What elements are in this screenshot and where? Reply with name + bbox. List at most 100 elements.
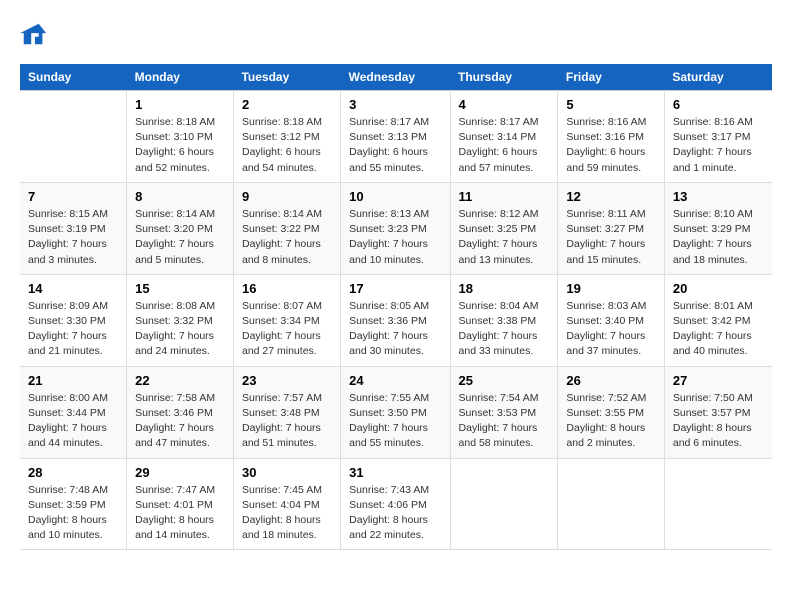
week-row-2: 7Sunrise: 8:15 AMSunset: 3:19 PMDaylight… — [20, 182, 772, 274]
day-info: Sunrise: 7:57 AM — [242, 391, 332, 406]
day-info: Daylight: 6 hours — [459, 145, 550, 160]
day-number: 18 — [459, 281, 550, 296]
calendar-table: SundayMondayTuesdayWednesdayThursdayFrid… — [20, 64, 772, 550]
day-info: Sunrise: 8:03 AM — [566, 299, 655, 314]
col-header-tuesday: Tuesday — [233, 64, 340, 91]
col-header-saturday: Saturday — [664, 64, 772, 91]
day-number: 31 — [349, 465, 441, 480]
day-info: Sunrise: 8:17 AM — [349, 115, 441, 130]
week-row-1: 1Sunrise: 8:18 AMSunset: 3:10 PMDaylight… — [20, 91, 772, 183]
calendar-cell — [664, 458, 772, 550]
day-number: 20 — [673, 281, 764, 296]
day-number: 12 — [566, 189, 655, 204]
day-number: 7 — [28, 189, 118, 204]
day-info: Sunset: 3:12 PM — [242, 130, 332, 145]
day-info: Daylight: 7 hours — [135, 237, 225, 252]
calendar-cell: 10Sunrise: 8:13 AMSunset: 3:23 PMDayligh… — [341, 182, 450, 274]
calendar-cell: 6Sunrise: 8:16 AMSunset: 3:17 PMDaylight… — [664, 91, 772, 183]
day-number: 23 — [242, 373, 332, 388]
logo — [20, 20, 52, 48]
day-info: Sunrise: 8:13 AM — [349, 207, 441, 222]
day-info: Sunset: 4:01 PM — [135, 498, 225, 513]
calendar-cell: 1Sunrise: 8:18 AMSunset: 3:10 PMDaylight… — [127, 91, 234, 183]
day-number: 28 — [28, 465, 118, 480]
day-number: 24 — [349, 373, 441, 388]
day-info: Sunset: 3:50 PM — [349, 406, 441, 421]
day-info: Daylight: 7 hours — [242, 329, 332, 344]
day-info: Sunset: 3:16 PM — [566, 130, 655, 145]
day-info: and 44 minutes. — [28, 436, 118, 451]
day-info: and 10 minutes. — [28, 528, 118, 543]
day-info: Daylight: 8 hours — [28, 513, 118, 528]
day-number: 25 — [459, 373, 550, 388]
day-info: and 22 minutes. — [349, 528, 441, 543]
calendar-cell: 19Sunrise: 8:03 AMSunset: 3:40 PMDayligh… — [558, 274, 664, 366]
day-info: Sunset: 3:44 PM — [28, 406, 118, 421]
day-info: and 30 minutes. — [349, 344, 441, 359]
calendar-cell: 18Sunrise: 8:04 AMSunset: 3:38 PMDayligh… — [450, 274, 558, 366]
day-info: Daylight: 7 hours — [459, 329, 550, 344]
col-header-wednesday: Wednesday — [341, 64, 450, 91]
day-info: Daylight: 7 hours — [566, 237, 655, 252]
day-info: Daylight: 7 hours — [673, 329, 764, 344]
day-info: Daylight: 7 hours — [349, 421, 441, 436]
day-info: Sunset: 3:29 PM — [673, 222, 764, 237]
day-number: 1 — [135, 97, 225, 112]
day-number: 16 — [242, 281, 332, 296]
day-info: Sunset: 3:30 PM — [28, 314, 118, 329]
day-info: Sunrise: 8:07 AM — [242, 299, 332, 314]
day-info: Sunset: 3:48 PM — [242, 406, 332, 421]
calendar-cell: 30Sunrise: 7:45 AMSunset: 4:04 PMDayligh… — [233, 458, 340, 550]
day-number: 19 — [566, 281, 655, 296]
day-info: and 8 minutes. — [242, 253, 332, 268]
day-info: Sunrise: 8:09 AM — [28, 299, 118, 314]
day-info: Sunrise: 8:16 AM — [566, 115, 655, 130]
day-info: Sunset: 3:19 PM — [28, 222, 118, 237]
day-info: Daylight: 7 hours — [28, 421, 118, 436]
calendar-cell: 9Sunrise: 8:14 AMSunset: 3:22 PMDaylight… — [233, 182, 340, 274]
day-info: and 40 minutes. — [673, 344, 764, 359]
day-info: and 6 minutes. — [673, 436, 764, 451]
week-row-5: 28Sunrise: 7:48 AMSunset: 3:59 PMDayligh… — [20, 458, 772, 550]
day-number: 2 — [242, 97, 332, 112]
calendar-cell: 28Sunrise: 7:48 AMSunset: 3:59 PMDayligh… — [20, 458, 127, 550]
day-info: and 51 minutes. — [242, 436, 332, 451]
day-info: and 1 minute. — [673, 161, 764, 176]
day-number: 3 — [349, 97, 441, 112]
day-info: and 15 minutes. — [566, 253, 655, 268]
calendar-cell: 5Sunrise: 8:16 AMSunset: 3:16 PMDaylight… — [558, 91, 664, 183]
day-info: Sunset: 3:23 PM — [349, 222, 441, 237]
calendar-cell: 4Sunrise: 8:17 AMSunset: 3:14 PMDaylight… — [450, 91, 558, 183]
day-info: and 33 minutes. — [459, 344, 550, 359]
day-info: Sunrise: 8:11 AM — [566, 207, 655, 222]
day-info: Daylight: 6 hours — [135, 145, 225, 160]
day-number: 21 — [28, 373, 118, 388]
day-info: and 5 minutes. — [135, 253, 225, 268]
day-info: Sunrise: 8:00 AM — [28, 391, 118, 406]
day-number: 17 — [349, 281, 441, 296]
day-info: Daylight: 6 hours — [566, 145, 655, 160]
day-info: Daylight: 7 hours — [459, 421, 550, 436]
day-info: and 24 minutes. — [135, 344, 225, 359]
day-info: Daylight: 7 hours — [673, 237, 764, 252]
day-info: Sunset: 3:14 PM — [459, 130, 550, 145]
day-number: 9 — [242, 189, 332, 204]
day-info: Daylight: 7 hours — [566, 329, 655, 344]
calendar-cell: 14Sunrise: 8:09 AMSunset: 3:30 PMDayligh… — [20, 274, 127, 366]
calendar-cell: 31Sunrise: 7:43 AMSunset: 4:06 PMDayligh… — [341, 458, 450, 550]
day-info: Sunrise: 8:18 AM — [135, 115, 225, 130]
day-info: Sunrise: 8:14 AM — [135, 207, 225, 222]
calendar-cell: 24 Sunrise: 7:55 AMSunset: 3:50 PMDayligh… — [341, 366, 450, 458]
day-info: and 21 minutes. — [28, 344, 118, 359]
day-info: and 47 minutes. — [135, 436, 225, 451]
day-info: Sunrise: 8:14 AM — [242, 207, 332, 222]
day-number: 30 — [242, 465, 332, 480]
day-info: Sunrise: 7:43 AM — [349, 483, 441, 498]
calendar-cell — [20, 91, 127, 183]
col-header-friday: Friday — [558, 64, 664, 91]
calendar-cell: 13Sunrise: 8:10 AMSunset: 3:29 PMDayligh… — [664, 182, 772, 274]
day-info: Sunrise: 7:45 AM — [242, 483, 332, 498]
day-info: Sunset: 3:25 PM — [459, 222, 550, 237]
day-info: Sunset: 3:17 PM — [673, 130, 764, 145]
day-info: Sunrise: 7:55 AM — [349, 391, 441, 406]
